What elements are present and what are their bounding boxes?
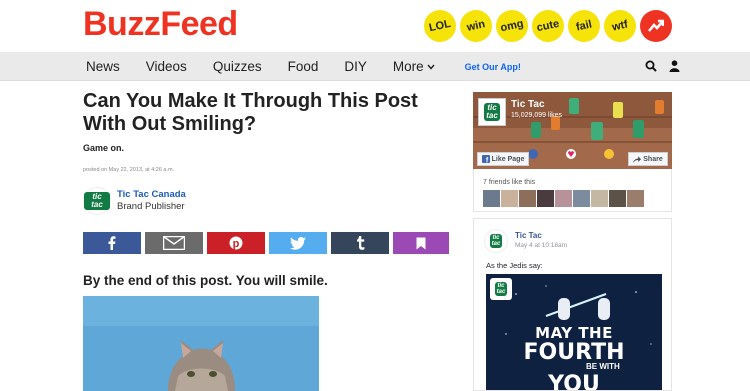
pinterest-icon: p bbox=[229, 236, 243, 250]
nav-item-diy[interactable]: DIY bbox=[344, 59, 367, 74]
nav-item-videos[interactable]: Videos bbox=[146, 59, 187, 74]
fb-page-avatar[interactable]: tic tac bbox=[478, 98, 506, 126]
fb-page-name[interactable]: Tic Tac bbox=[511, 99, 545, 110]
post-author-avatar[interactable]: tic tac bbox=[484, 229, 508, 253]
share-pinterest-button[interactable]: p bbox=[207, 232, 265, 254]
nav-item-news[interactable]: News bbox=[86, 59, 120, 74]
get-app-link[interactable]: Get Our App! bbox=[465, 62, 521, 72]
share-email-button[interactable] bbox=[145, 232, 203, 254]
friend-avatar[interactable] bbox=[555, 190, 572, 207]
share-save-button[interactable] bbox=[393, 232, 449, 254]
nav-item-quizzes[interactable]: Quizzes bbox=[213, 59, 262, 74]
author-avatar[interactable]: tic tac bbox=[83, 187, 111, 215]
badge-label: cute bbox=[535, 17, 561, 35]
fb-like-page-button[interactable]: f Like Page bbox=[477, 152, 529, 166]
share-bar: p bbox=[83, 232, 449, 254]
article-subtitle: Game on. bbox=[83, 143, 125, 153]
badge-label: fail bbox=[574, 18, 594, 34]
post-date[interactable]: May 4 at 10:18am bbox=[515, 242, 567, 249]
badge-label: LOL bbox=[427, 17, 453, 35]
trending-icon[interactable] bbox=[640, 10, 672, 42]
posted-date: posted on May 22, 2013, at 4:26 a.m. bbox=[83, 167, 175, 173]
fail-badge[interactable]: fail bbox=[565, 7, 603, 45]
lol-badge[interactable]: LOL bbox=[421, 7, 459, 45]
friend-avatar[interactable] bbox=[501, 190, 518, 207]
user-icon[interactable] bbox=[669, 59, 680, 77]
nav-item-more[interactable]: More bbox=[393, 59, 435, 74]
tictac-logo-icon: tic tac bbox=[484, 103, 500, 121]
badge-label: win bbox=[465, 18, 487, 34]
badge-bar: LOL win omg cute fail wtf bbox=[421, 7, 672, 45]
friend-avatar[interactable] bbox=[519, 190, 536, 207]
image-text-line4: YOU bbox=[548, 372, 600, 391]
friend-avatar[interactable] bbox=[627, 190, 644, 207]
site-header: BuzzFeed LOL win omg cute fail wtf bbox=[0, 0, 750, 52]
tumblr-icon bbox=[356, 236, 364, 250]
friends-avatar-list bbox=[483, 190, 644, 207]
friend-avatar[interactable] bbox=[573, 190, 590, 207]
nav-item-food[interactable]: Food bbox=[288, 59, 319, 74]
bookmark-icon bbox=[416, 237, 426, 249]
image-text-line2: FOURTH bbox=[523, 340, 625, 365]
fb-like-count: 15,029,099 likes bbox=[511, 112, 562, 119]
fb-share-button[interactable]: Share bbox=[628, 152, 668, 166]
fb-friends-box: 7 friends like this bbox=[473, 169, 672, 212]
friend-avatar[interactable] bbox=[609, 190, 626, 207]
page: BuzzFeed LOL win omg cute fail wtf News … bbox=[0, 0, 750, 391]
facebook-icon bbox=[108, 236, 116, 250]
wtf-badge[interactable]: wtf bbox=[601, 7, 639, 45]
friend-avatar[interactable] bbox=[483, 190, 500, 207]
svg-text:p: p bbox=[233, 238, 240, 250]
cute-badge[interactable]: cute bbox=[529, 7, 567, 45]
cat-photo bbox=[83, 296, 319, 391]
share-tumblr-button[interactable] bbox=[331, 232, 389, 254]
chevron-down-icon bbox=[427, 64, 435, 70]
post-image[interactable]: tic tac MAY THE FOURTH BE WITH YOU bbox=[486, 274, 662, 391]
omg-badge[interactable]: omg bbox=[493, 7, 531, 45]
badge-label: wtf bbox=[610, 18, 630, 34]
fb-share-label: Share bbox=[643, 155, 663, 163]
main-nav: News Videos Quizzes Food DIY More Get Ou… bbox=[0, 52, 750, 81]
friend-avatar[interactable] bbox=[591, 190, 608, 207]
post-text: As the Jedis say: bbox=[486, 261, 543, 270]
fb-post-card: tic tac Tic Tac May 4 at 10:18am As the J… bbox=[473, 218, 672, 391]
twitter-icon bbox=[290, 236, 306, 250]
author-role: Brand Publisher bbox=[117, 201, 185, 212]
mail-icon bbox=[163, 236, 185, 250]
post-author-name[interactable]: Tic Tac bbox=[515, 231, 542, 240]
badge-label: omg bbox=[499, 17, 525, 35]
facebook-page-widget: tic tac Tic Tac 15,029,099 likes f Like P… bbox=[473, 92, 672, 169]
share-arrow-icon bbox=[633, 155, 642, 163]
fb-like-label: Like Page bbox=[491, 155, 525, 163]
share-twitter-button[interactable] bbox=[269, 232, 327, 254]
nav-more-label: More bbox=[392, 59, 424, 74]
author-name[interactable]: Tic Tac Canada bbox=[117, 189, 186, 201]
tictac-logo-icon: tic tac bbox=[489, 234, 503, 248]
friend-avatar[interactable] bbox=[537, 190, 554, 207]
tictac-logo-icon: tic tac bbox=[490, 278, 512, 300]
article-lead: By the end of this post. You will smile. bbox=[83, 273, 328, 288]
win-badge[interactable]: win bbox=[457, 7, 495, 45]
facebook-f-icon: f bbox=[481, 155, 490, 163]
author-block: tic tac Tic Tac Canada Brand Publisher bbox=[83, 187, 186, 215]
friends-like-text: 7 friends like this bbox=[483, 179, 536, 186]
share-facebook-button[interactable] bbox=[83, 232, 141, 254]
tictac-logo-icon: tic tac bbox=[84, 192, 110, 210]
article-title: Can You Make It Through This Post With O… bbox=[83, 90, 418, 135]
search-icon[interactable] bbox=[645, 59, 657, 77]
image-text-line3: BE WITH bbox=[586, 362, 620, 371]
buzzfeed-logo[interactable]: BuzzFeed bbox=[83, 6, 238, 42]
